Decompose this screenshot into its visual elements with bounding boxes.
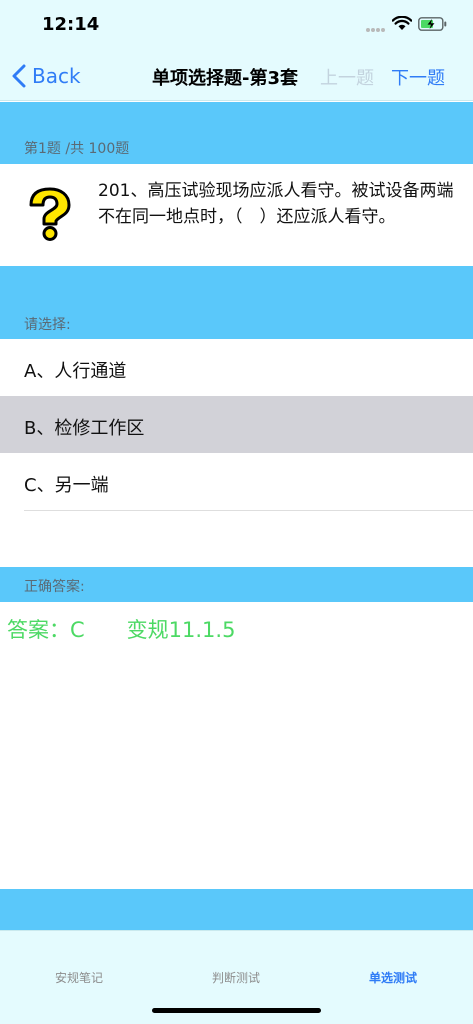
option-c[interactable]: C、另一端: [0, 453, 473, 510]
status-bar: 12:14: [0, 0, 473, 50]
next-question-button[interactable]: 下一题: [391, 64, 445, 90]
option-label: C、另一端: [24, 475, 109, 496]
wifi-icon: [392, 16, 412, 30]
chevron-left-icon: [12, 64, 26, 88]
back-label: Back: [32, 64, 81, 88]
option-b[interactable]: B、检修工作区: [0, 396, 473, 453]
answer-header: 正确答案:: [24, 579, 85, 595]
question-card: 201、高压试验现场应派人看守。被试设备两端不在同一地点时，（ ）还应派人看守。: [0, 164, 473, 266]
tab-true-false-test[interactable]: 判断测试: [212, 969, 260, 986]
question-counter: 第1题 /共 100题: [24, 141, 130, 157]
tab-single-choice-test[interactable]: 单选测试: [369, 969, 417, 986]
question-mark-icon: [29, 187, 71, 241]
answer-text: 答案：C 变规11.1.5: [7, 618, 236, 642]
navigation-bar: Back 单项选择题-第3套 上一题 下一题: [0, 50, 473, 101]
option-a[interactable]: A、人行通道: [0, 339, 473, 396]
option-label: B、检修工作区: [24, 418, 145, 439]
back-button[interactable]: Back: [12, 62, 81, 90]
divider: [24, 510, 473, 511]
footer-band: [0, 889, 473, 930]
question-header-band: 第1题 /共 100题: [0, 102, 473, 164]
answer-header-band: 正确答案:: [0, 567, 473, 602]
home-indicator: [152, 1008, 321, 1013]
battery-charging-icon: [418, 17, 447, 31]
previous-question-button[interactable]: 上一题: [320, 64, 374, 90]
cellular-signal-icon: [366, 28, 385, 32]
status-time: 12:14: [42, 14, 100, 35]
choices-header-band: 请选择:: [0, 266, 473, 339]
question-text: 201、高压试验现场应派人看守。被试设备两端不在同一地点时，（ ）还应派人看守。: [98, 181, 454, 227]
tab-safety-notes[interactable]: 安规笔记: [55, 969, 103, 986]
choices-header: 请选择:: [24, 317, 71, 333]
option-label: A、人行通道: [24, 361, 127, 382]
page-title: 单项选择题-第3套: [152, 68, 298, 89]
